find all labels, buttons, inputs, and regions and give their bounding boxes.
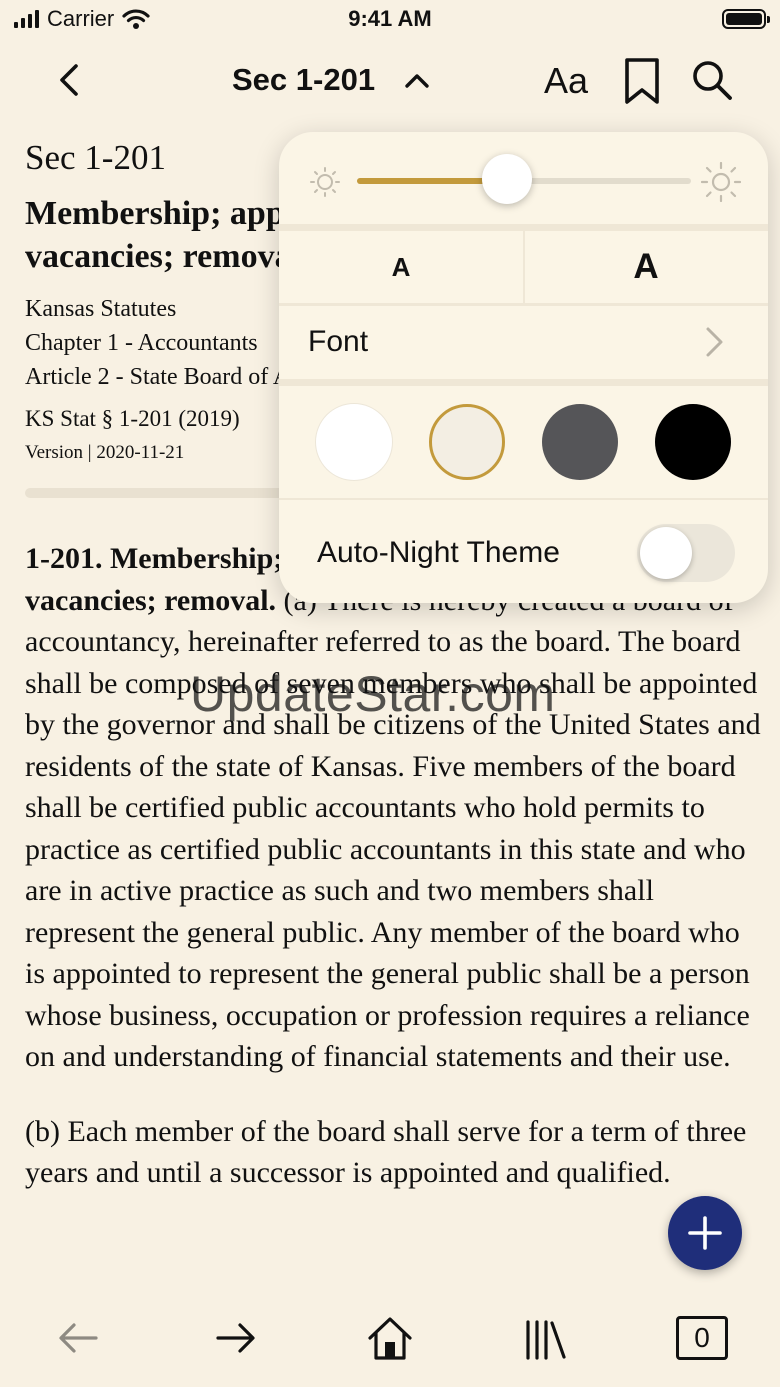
decrease-font-button[interactable]: A [279, 231, 523, 303]
font-picker-row[interactable]: Font [279, 303, 768, 379]
theme-row [279, 386, 768, 498]
body-text: (a) There is hereby created a board of a… [25, 584, 761, 1074]
separator [279, 379, 768, 386]
brightness-low-icon [310, 167, 340, 197]
brightness-high-icon [701, 162, 741, 202]
body-paragraph-2: (b) Each member of the board shall serve… [25, 1114, 747, 1190]
increase-font-button[interactable]: A [524, 231, 768, 303]
auto-night-label: Auto-Night Theme [317, 536, 560, 569]
font-settings-button[interactable]: Aa [544, 60, 588, 102]
back-chevron-icon[interactable] [50, 60, 90, 100]
back-arrow-icon[interactable] [54, 1314, 104, 1364]
nav-bar: Sec 1-201 Aa [0, 48, 780, 112]
chevron-right-icon [706, 327, 723, 357]
add-button[interactable] [668, 1196, 742, 1270]
brightness-row [279, 132, 768, 224]
tabs-button[interactable]: 0 [676, 1316, 728, 1360]
status-bar: Carrier 9:41 AM [0, 0, 780, 40]
plus-icon [688, 1216, 722, 1250]
body-paragraph: 1-201. Membership; appointment; qualific… [25, 538, 765, 1078]
bookmark-icon[interactable] [620, 56, 664, 106]
forward-arrow-icon[interactable] [210, 1314, 260, 1364]
library-icon[interactable] [520, 1314, 570, 1364]
watermark: UpdateStar.com [190, 666, 556, 722]
font-size-row: A A [279, 231, 768, 303]
chevron-up-icon[interactable] [402, 66, 432, 96]
battery-icon [722, 9, 770, 29]
appearance-popover: A A Font Auto-Night Theme [279, 132, 768, 603]
font-label: Font [308, 325, 369, 358]
nav-title[interactable]: Sec 1-201 [232, 62, 375, 98]
status-time: 9:41 AM [348, 6, 432, 31]
bottom-toolbar: 0 [0, 1290, 780, 1387]
theme-black-button[interactable] [655, 404, 731, 480]
toggle-knob [640, 527, 692, 579]
theme-gray-button[interactable] [542, 404, 618, 480]
theme-white-button[interactable] [316, 404, 392, 480]
auto-night-row: Auto-Night Theme [279, 498, 768, 603]
search-icon[interactable] [690, 58, 734, 102]
separator [279, 224, 768, 231]
theme-sepia-button[interactable] [429, 404, 505, 480]
home-icon[interactable] [365, 1314, 415, 1364]
brightness-slider-thumb[interactable] [482, 154, 533, 204]
auto-night-toggle[interactable] [637, 524, 735, 582]
